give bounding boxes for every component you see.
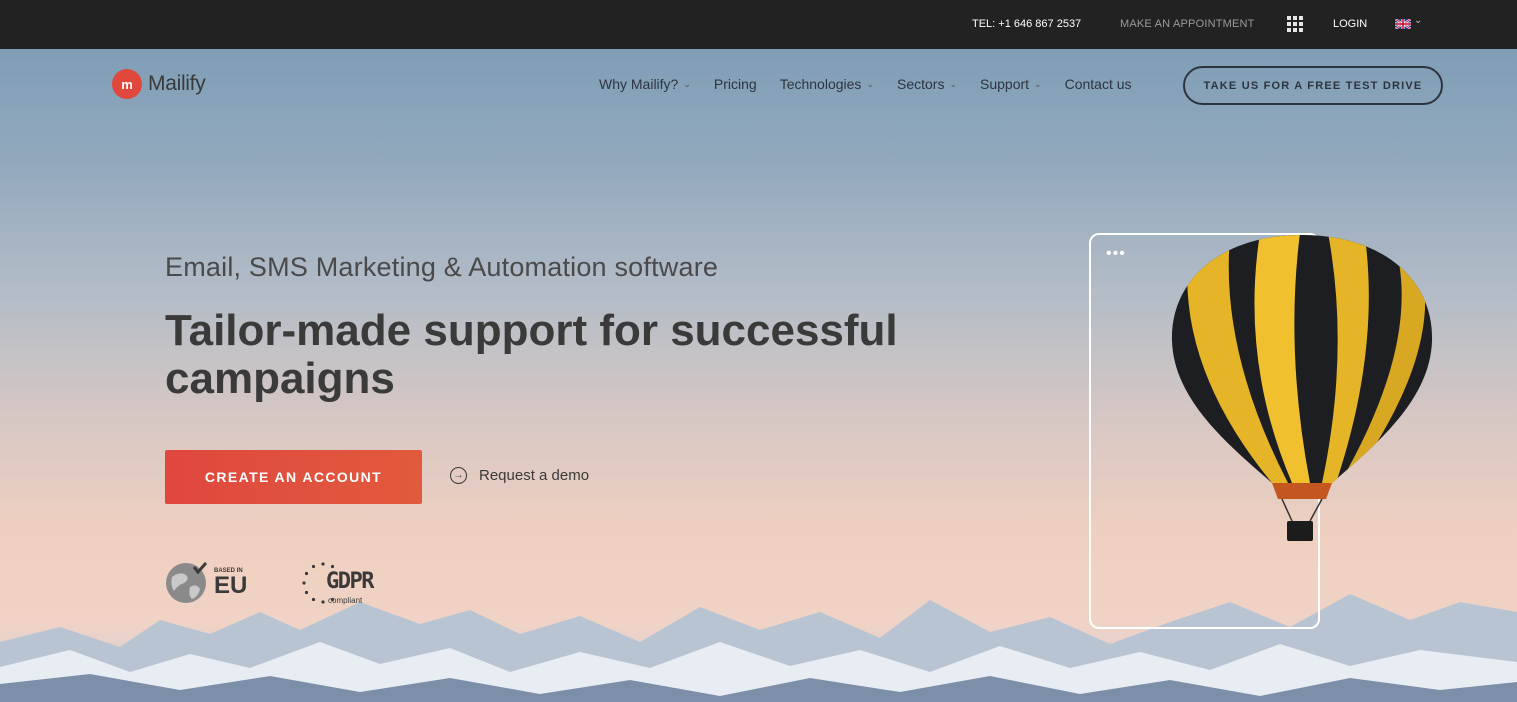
gdpr-badge-small-text: compliant bbox=[328, 596, 363, 605]
brand-name: Mailify bbox=[148, 72, 206, 95]
apps-grid-icon[interactable] bbox=[1287, 16, 1303, 32]
nav-item-label: Pricing bbox=[713, 76, 757, 92]
chevron-down-icon: ⌄ bbox=[866, 78, 874, 89]
chevron-down-icon: ⌄ bbox=[683, 78, 691, 89]
nav-item-label: Support bbox=[980, 76, 1030, 92]
gdpr-compliant-badge: GDPR compliant bbox=[300, 560, 378, 610]
uk-flag-icon[interactable] bbox=[1395, 19, 1411, 29]
hot-air-balloon-image bbox=[1171, 235, 1433, 541]
login-link[interactable]: LOGIN bbox=[1333, 18, 1367, 30]
top-bar: TEL: +1 646 867 2537 MAKE AN APPOINTMENT… bbox=[0, 0, 1517, 49]
nav-item-contact-us[interactable]: Contact us bbox=[1065, 76, 1132, 92]
nav-item-label: Why Mailify? bbox=[599, 76, 679, 92]
create-account-button[interactable]: CREATE AN ACCOUNT bbox=[165, 450, 422, 504]
main-nav: Why Mailify? ⌄ Pricing Technologies ⌄ Se… bbox=[599, 76, 1155, 92]
language-chevron-down-icon[interactable]: ⌄ bbox=[1414, 15, 1422, 26]
free-test-drive-button[interactable]: TAKE US FOR A FREE TEST DRIVE bbox=[1183, 66, 1443, 105]
gdpr-badge-big-text: GDPR bbox=[326, 569, 374, 594]
nav-item-sectors[interactable]: Sectors ⌄ bbox=[897, 76, 957, 92]
chevron-down-icon: ⌄ bbox=[949, 78, 957, 89]
nav-item-technologies[interactable]: Technologies ⌄ bbox=[780, 76, 874, 92]
hero-section: m Mailify Why Mailify? ⌄ Pricing Technol… bbox=[0, 49, 1517, 702]
chevron-down-icon: ⌄ bbox=[1034, 78, 1042, 89]
nav-item-label: Technologies bbox=[779, 76, 862, 92]
make-appointment-link[interactable]: MAKE AN APPOINTMENT bbox=[1120, 18, 1255, 30]
arrow-circle-right-icon: → bbox=[450, 467, 467, 484]
request-demo-label: Request a demo bbox=[479, 467, 590, 484]
nav-item-label: Contact us bbox=[1064, 76, 1132, 92]
phone-link[interactable]: TEL: +1 646 867 2537 bbox=[972, 18, 1081, 30]
logo-mark: m bbox=[112, 69, 142, 99]
hero-subtitle: Email, SMS Marketing & Automation softwa… bbox=[165, 252, 719, 282]
hero-headline: Tailor-made support for successful campa… bbox=[165, 306, 898, 403]
nav-item-support[interactable]: Support ⌄ bbox=[980, 76, 1042, 92]
eu-badge-big-text: EU bbox=[214, 572, 248, 599]
request-demo-link[interactable]: → Request a demo bbox=[450, 467, 589, 484]
nav-item-why-mailify[interactable]: Why Mailify? ⌄ bbox=[599, 76, 691, 92]
nav-item-pricing[interactable]: Pricing bbox=[714, 76, 757, 92]
globe-check-icon bbox=[166, 562, 208, 603]
nav-item-label: Sectors bbox=[896, 76, 945, 92]
mailify-logo[interactable]: m Mailify bbox=[112, 68, 206, 100]
based-in-eu-badge: BASED IN EU bbox=[164, 561, 247, 605]
more-dots-icon: ••• bbox=[1106, 245, 1126, 262]
